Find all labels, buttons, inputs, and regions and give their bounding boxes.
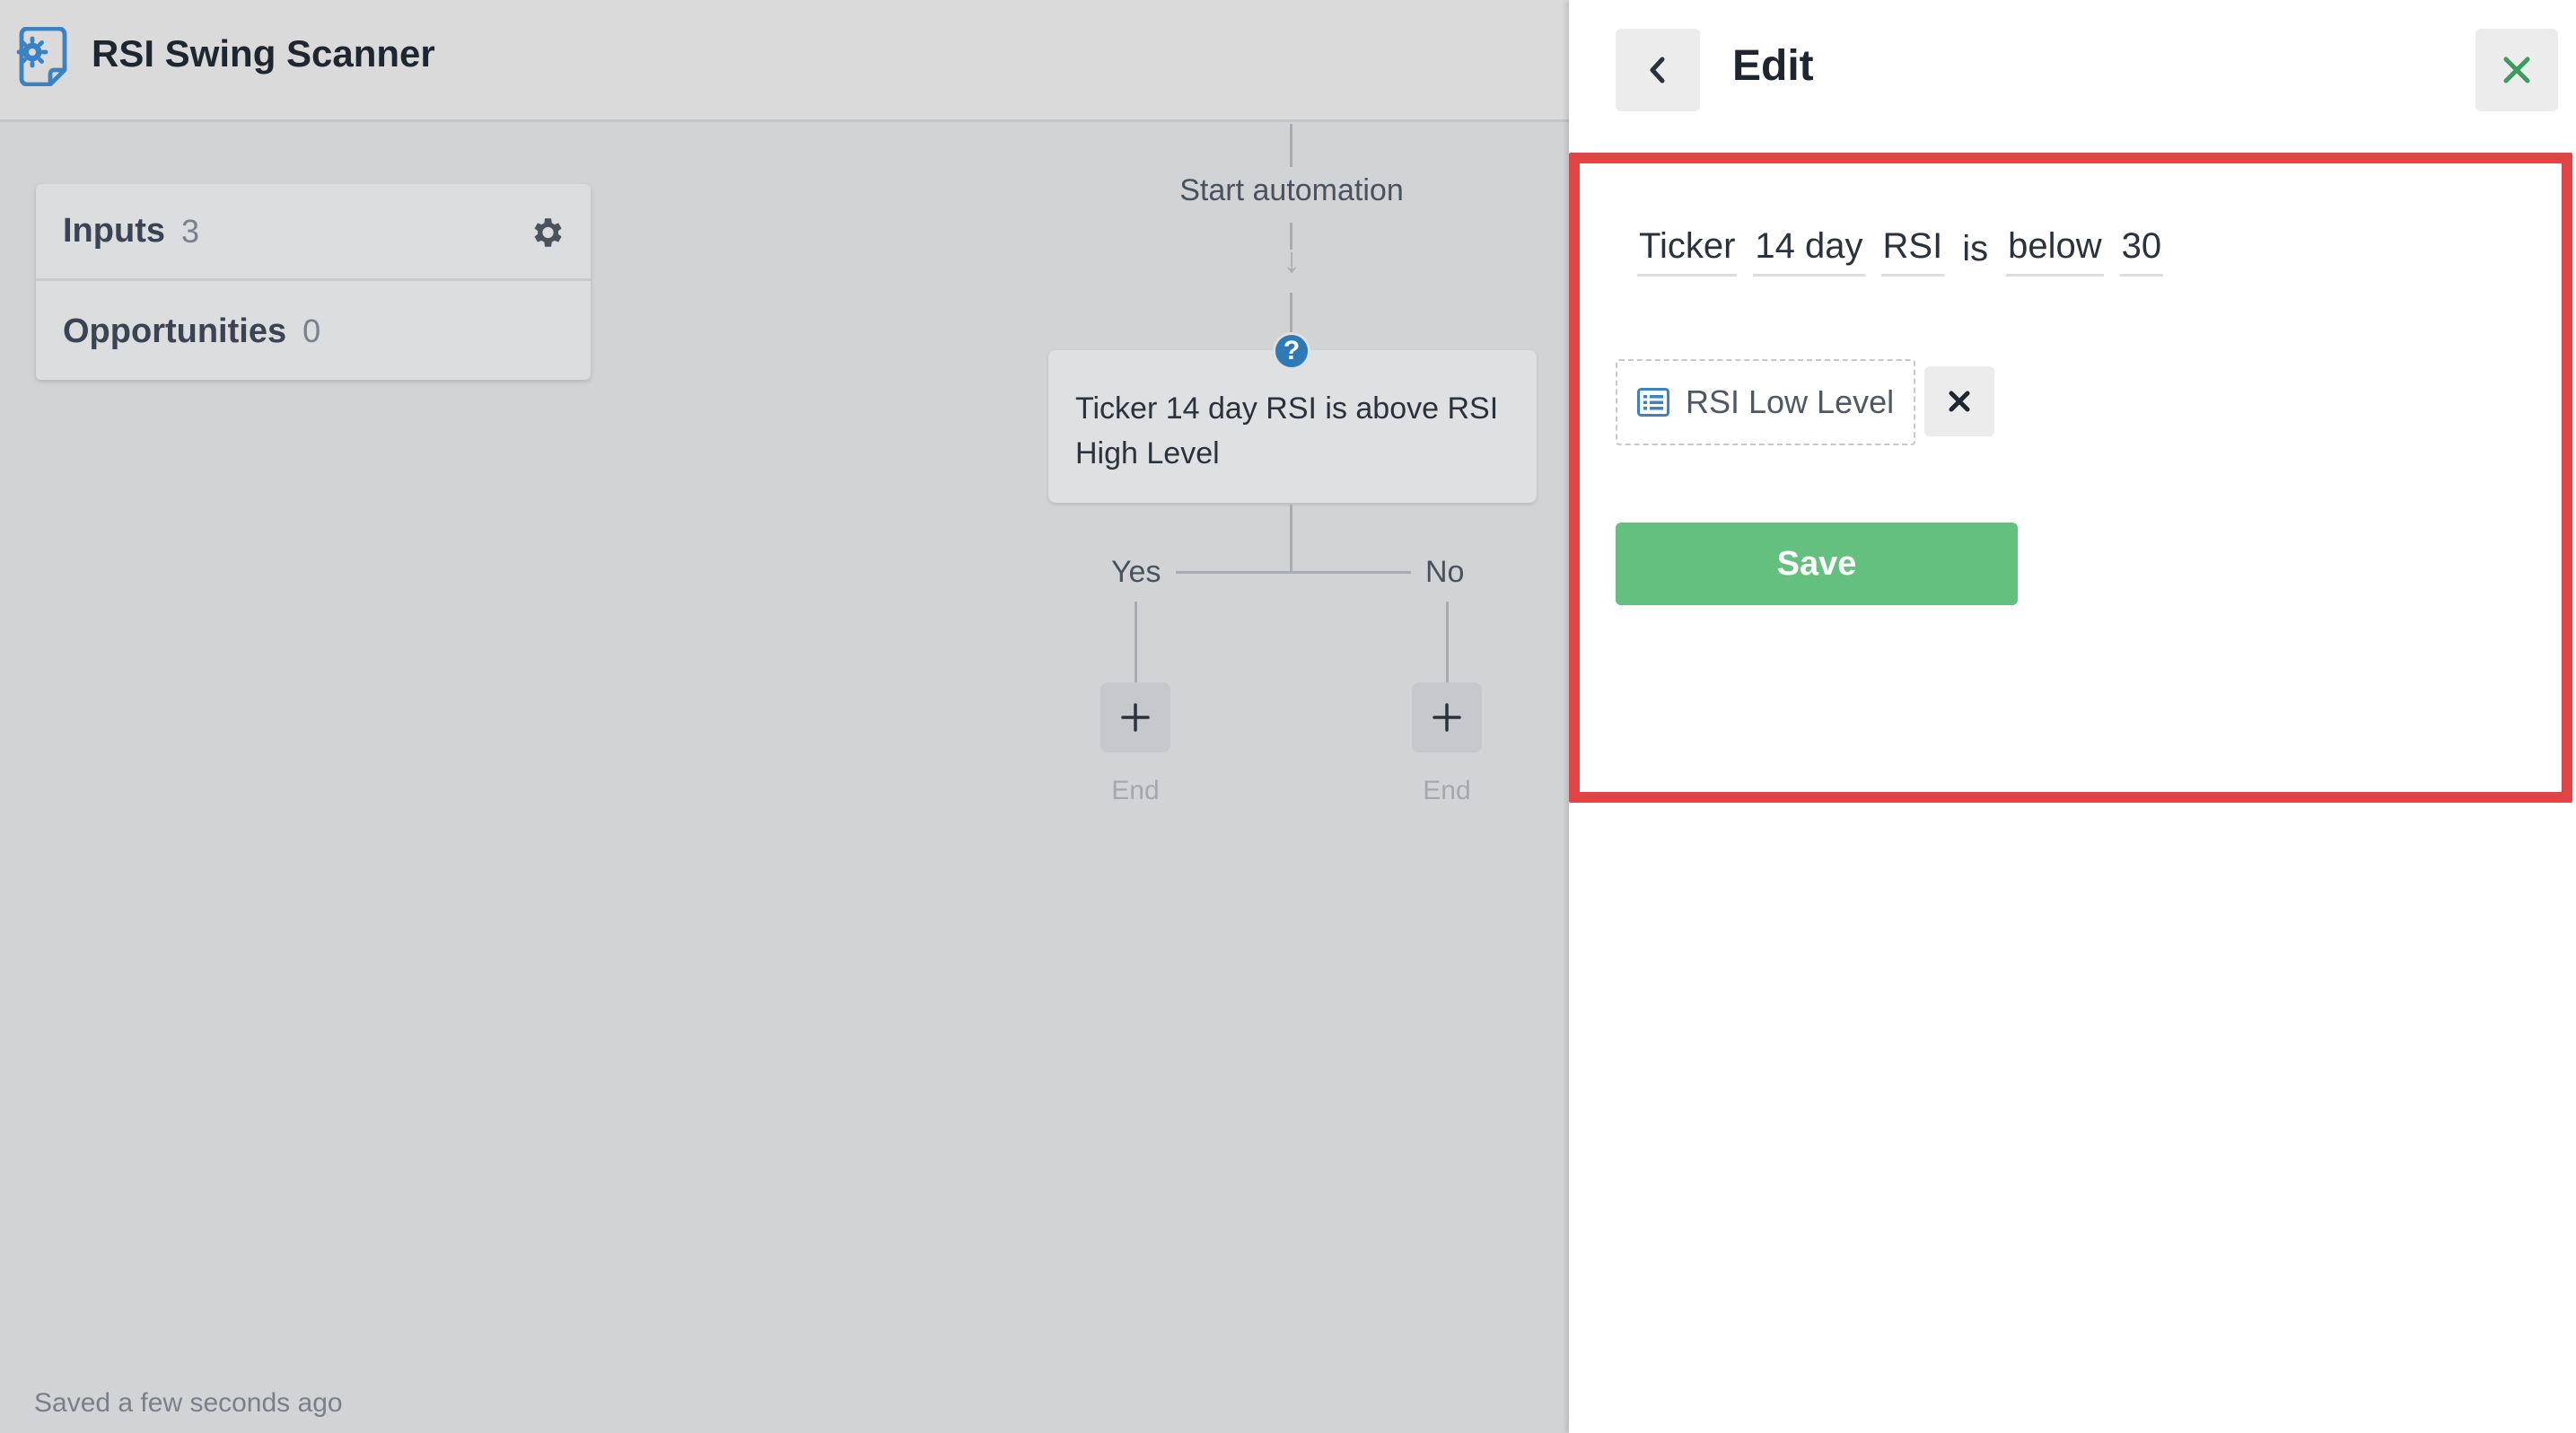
condition-token-indicator[interactable]: RSI <box>1880 226 1945 277</box>
save-button[interactable]: Save <box>1616 523 2018 605</box>
gear-icon[interactable] <box>528 214 565 251</box>
condition-token-period[interactable]: 14 day <box>1753 226 1865 277</box>
flow-connector <box>1290 124 1292 167</box>
rsi-low-level-input-chip[interactable]: RSI Low Level <box>1616 359 1915 445</box>
workspace: RSI Swing Scanner Inputs 3 Opportunities… <box>0 0 1569 1433</box>
add-step-yes-button[interactable] <box>1100 682 1170 752</box>
flow-connector <box>1176 571 1411 574</box>
condition-token-value[interactable]: 30 <box>2119 226 2164 277</box>
remove-input-button[interactable] <box>1924 366 1994 436</box>
condition-token-operator[interactable]: below <box>2006 226 2104 277</box>
condition-editor: Ticker 14 day RSI is below 30 <box>1637 226 2164 277</box>
help-icon[interactable]: ? <box>1273 332 1310 370</box>
flow-connector <box>1446 602 1449 684</box>
branch-yes-label: Yes <box>1111 555 1161 589</box>
plus-icon <box>1433 703 1461 732</box>
scanner-gear-document-icon <box>16 27 67 86</box>
condition-token-is: is <box>1962 229 1989 268</box>
condition-node[interactable]: Ticker 14 day RSI is above RSI High Leve… <box>1048 350 1537 503</box>
sidebar-item-inputs[interactable]: Inputs 3 <box>36 184 591 281</box>
panel-title: Edit <box>1732 42 1814 90</box>
input-chip-label: RSI Low Level <box>1686 383 1895 420</box>
remove-icon <box>1949 391 1970 412</box>
back-button[interactable] <box>1616 29 1700 111</box>
edit-panel: Edit Ticker 14 day RSI is below 30 RSI L… <box>1569 0 2576 1433</box>
sidebar-card: Inputs 3 Opportunities 0 <box>36 184 591 380</box>
top-bar: RSI Swing Scanner <box>0 0 1569 122</box>
end-yes-label: End <box>1111 776 1160 805</box>
sidebar-item-label: Inputs <box>63 212 165 250</box>
plus-icon <box>1121 703 1150 732</box>
sidebar-item-label: Opportunities <box>63 312 287 350</box>
condition-token-ticker[interactable]: Ticker <box>1637 226 1738 277</box>
close-icon <box>2503 57 2530 84</box>
sidebar-item-count: 3 <box>180 212 200 250</box>
sidebar-item-opportunities[interactable]: Opportunities 0 <box>36 283 591 380</box>
end-no-label: End <box>1423 776 1471 805</box>
close-button[interactable] <box>2475 29 2558 111</box>
app-title: RSI Swing Scanner <box>92 32 435 75</box>
chevron-left-icon <box>1650 57 1665 84</box>
branch-no-label: No <box>1425 555 1465 589</box>
flow-connector <box>1135 602 1137 684</box>
sidebar-item-count: 0 <box>302 312 321 349</box>
list-icon <box>1637 388 1669 417</box>
flow-connector <box>1290 505 1292 573</box>
add-step-no-button[interactable] <box>1412 682 1482 752</box>
arrow-down-icon: ↓ <box>1283 241 1301 280</box>
flow-connector <box>1290 293 1292 338</box>
start-automation-label: Start automation <box>1179 173 1404 207</box>
save-status: Saved a few seconds ago <box>34 1388 343 1418</box>
condition-text: Ticker 14 day RSI is above RSI High Leve… <box>1075 391 1499 470</box>
